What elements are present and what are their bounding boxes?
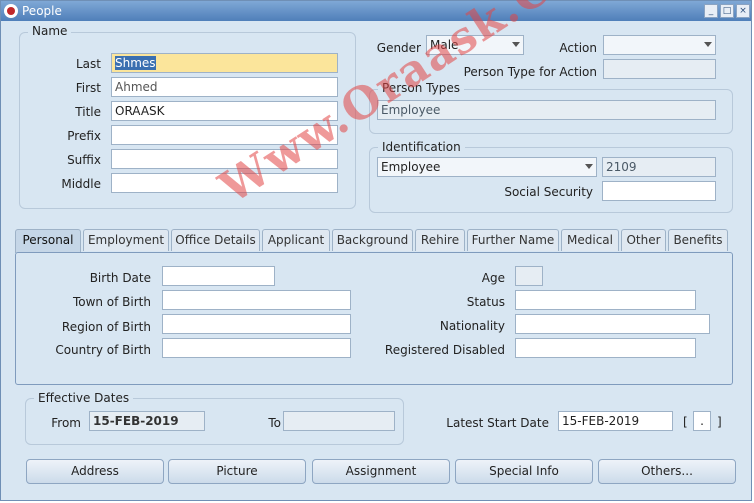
town-of-birth-input[interactable] [162,290,351,310]
chevron-down-icon [512,42,520,47]
tab-medical[interactable]: Medical [561,229,619,251]
people-window: People _ □ × Name Last Shmes First Ahmed… [0,0,752,501]
country-of-birth-label: Country of Birth [55,343,151,357]
special-info-button[interactable]: Special Info [455,459,593,484]
person-type-field[interactable]: Employee [377,100,716,120]
suffix-label: Suffix [67,153,101,167]
to-date-field[interactable] [283,411,395,431]
country-of-birth-input[interactable] [162,338,351,358]
person-types-legend: Person Types [378,81,464,95]
gender-label: Gender [376,41,421,55]
middle-name-label: Middle [61,177,101,191]
title-input[interactable]: ORAASK [111,101,338,121]
effective-dates-legend: Effective Dates [34,391,134,405]
age-field [515,266,543,286]
employee-number-field[interactable]: 2109 [602,157,716,177]
window-title: People [22,4,62,18]
social-security-label: Social Security [504,185,593,199]
person-type-for-action-field[interactable] [603,59,716,79]
to-date-label: To [268,416,281,430]
from-date-field[interactable]: 15-FEB-2019 [89,411,205,431]
minimize-icon[interactable]: _ [704,4,718,18]
region-of-birth-label: Region of Birth [61,320,151,334]
registered-disabled-input[interactable] [515,338,696,358]
maximize-icon[interactable]: □ [720,4,734,18]
prefix-label: Prefix [67,129,101,143]
social-security-input[interactable] [602,181,716,201]
tab-office-details[interactable]: Office Details [171,229,260,251]
town-of-birth-label: Town of Birth [72,295,151,309]
assignment-button[interactable]: Assignment [312,459,450,484]
status-input[interactable] [515,290,696,310]
last-name-input[interactable]: Shmes [111,53,338,73]
tab-personal[interactable]: Personal [15,229,81,253]
last-name-label: Last [76,57,101,71]
picture-button[interactable]: Picture [168,459,306,484]
chevron-down-icon [585,164,593,169]
birth-date-input[interactable] [162,266,275,286]
flexfield-bracket-close: ] [717,415,722,429]
tab-benefits[interactable]: Benefits [668,229,728,251]
identification-type-select[interactable]: Employee [377,157,597,177]
tab-applicant[interactable]: Applicant [262,229,330,251]
age-label: Age [481,271,505,285]
identification-legend: Identification [378,140,465,154]
others-button[interactable]: Others... [598,459,736,484]
tab-rehire[interactable]: Rehire [415,229,465,251]
oracle-icon [4,4,18,18]
title-bar: People _ □ × [1,1,751,21]
action-label: Action [559,41,597,55]
birth-date-label: Birth Date [89,271,151,285]
prefix-input[interactable] [111,125,338,145]
registered-disabled-label: Registered Disabled [384,343,505,357]
nationality-label: Nationality [439,319,505,333]
nationality-input[interactable] [515,314,710,334]
tab-further-name[interactable]: Further Name [467,229,559,251]
from-date-label: From [51,416,81,430]
region-of-birth-input[interactable] [162,314,351,334]
descriptive-flexfield-input[interactable]: . [693,411,711,431]
latest-start-date-label: Latest Start Date [446,416,549,430]
status-label: Status [466,295,505,309]
tab-employment[interactable]: Employment [83,229,169,251]
person-type-for-action-label: Person Type for Action [463,65,597,79]
flexfield-bracket-open: [ [683,415,688,429]
address-button[interactable]: Address [26,459,164,484]
tab-background[interactable]: Background [332,229,413,251]
middle-name-input[interactable] [111,173,338,193]
first-name-label: First [75,81,101,95]
title-label: Title [75,105,101,119]
latest-start-date-input[interactable]: 15-FEB-2019 [558,411,673,431]
chevron-down-icon [704,42,712,47]
first-name-input[interactable]: Ahmed [111,77,338,97]
suffix-input[interactable] [111,149,338,169]
gender-select[interactable]: Male [426,35,524,55]
action-select[interactable] [603,35,716,55]
close-icon[interactable]: × [736,4,750,18]
name-group-legend: Name [28,24,72,38]
tab-other[interactable]: Other [621,229,666,251]
